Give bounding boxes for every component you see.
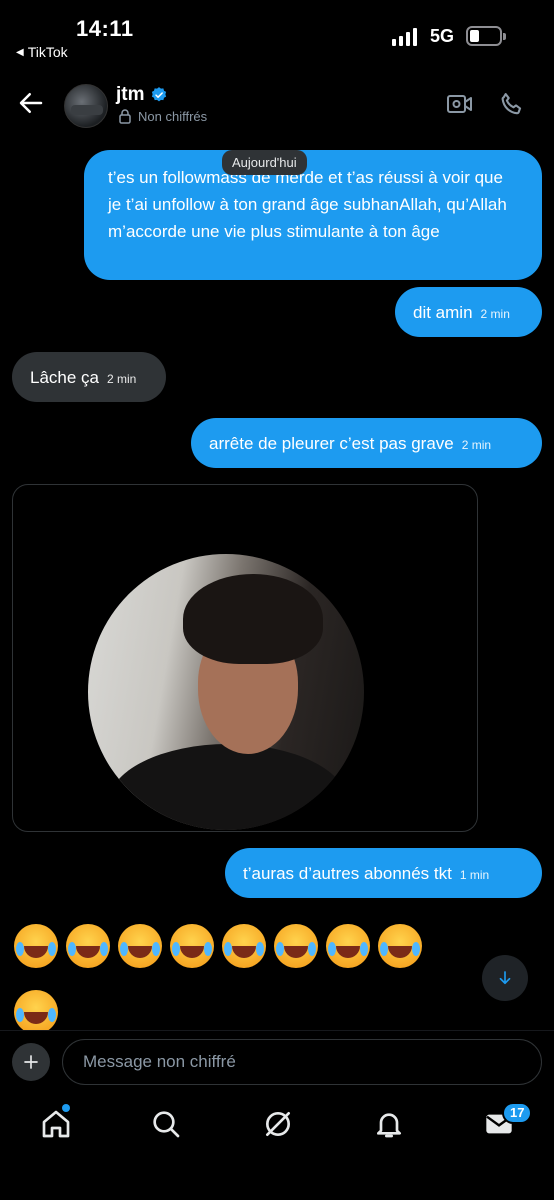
message-text: t’auras d’autres abonnés tkt [243, 864, 452, 883]
contact-name[interactable]: jtm [116, 84, 145, 106]
verified-badge-icon [151, 87, 167, 102]
tears-of-joy-emoji-icon [222, 924, 266, 968]
message-bubble-received[interactable]: Lâche ça 2 min [12, 352, 166, 402]
home-notification-dot [62, 1104, 70, 1112]
search-icon[interactable] [150, 1108, 182, 1140]
message-bubble-sent[interactable]: arrête de pleurer c’est pas grave 2 min [191, 418, 542, 468]
battery-icon [466, 26, 506, 46]
shared-profile-photo[interactable] [88, 554, 364, 830]
message-bubble-sent[interactable]: t’auras d’autres abonnés tkt 1 min [225, 848, 542, 898]
message-text: Lâche ça [30, 368, 99, 387]
tears-of-joy-emoji-icon[interactable] [14, 990, 58, 1034]
message-input[interactable] [62, 1039, 542, 1085]
tears-of-joy-emoji-icon [118, 924, 162, 968]
back-triangle-icon: ◀ [16, 46, 24, 58]
message-text: t’es un followmass de merde et t’as réus… [108, 168, 507, 241]
grok-icon[interactable] [262, 1108, 294, 1140]
lock-icon [119, 109, 131, 124]
notifications-bell-icon[interactable] [373, 1108, 405, 1140]
message-bubble-sent[interactable]: t’es un followmass de merde et t’as réus… [84, 150, 542, 280]
message-timestamp: 2 min [480, 307, 510, 321]
encryption-status: Non chiffrés [118, 108, 207, 124]
status-bar: 14:11 ◀ TikTok 5G [0, 0, 554, 68]
tears-of-joy-emoji-icon [326, 924, 370, 968]
message-bubble-sent[interactable]: dit amin 2 min [395, 287, 542, 337]
tears-of-joy-emoji-icon [274, 924, 318, 968]
plus-icon [24, 1055, 38, 1069]
back-arrow-icon[interactable] [16, 88, 46, 118]
message-timestamp: 1 min [459, 868, 490, 882]
back-app-label: TikTok [27, 44, 68, 60]
shared-image-card[interactable] [12, 484, 478, 832]
messages-count-badge: 17 [502, 1102, 533, 1124]
message-timestamp: 2 min [461, 438, 492, 452]
home-icon[interactable] [40, 1108, 72, 1140]
emoji-message[interactable] [14, 924, 422, 968]
back-to-app-link[interactable]: ◀ TikTok [16, 44, 68, 60]
message-text: arrête de pleurer c’est pas grave [209, 434, 454, 453]
add-attachment-button[interactable] [12, 1043, 50, 1081]
tears-of-joy-emoji-icon [14, 924, 58, 968]
arrow-down-icon [499, 971, 511, 985]
message-text: dit amin [413, 303, 473, 322]
video-call-icon[interactable] [446, 92, 474, 116]
tears-of-joy-emoji-icon [378, 924, 422, 968]
message-timestamp: 2 min [107, 372, 137, 386]
cellular-signal-icon [392, 28, 417, 46]
encryption-label: Non chiffrés [138, 108, 208, 124]
network-type: 5G [430, 26, 455, 46]
conversation-header: jtm Non chiffrés [0, 70, 554, 134]
scroll-to-bottom-button[interactable] [482, 955, 528, 1001]
phone-call-icon[interactable] [498, 90, 526, 118]
tears-of-joy-emoji-icon [170, 924, 214, 968]
message-composer [0, 1030, 554, 1090]
contact-avatar[interactable] [64, 84, 108, 128]
date-separator: Aujourd'hui [222, 150, 307, 175]
clock: 14:11 [76, 16, 134, 41]
bottom-navigation: 17 [0, 1096, 554, 1200]
tears-of-joy-emoji-icon [66, 924, 110, 968]
